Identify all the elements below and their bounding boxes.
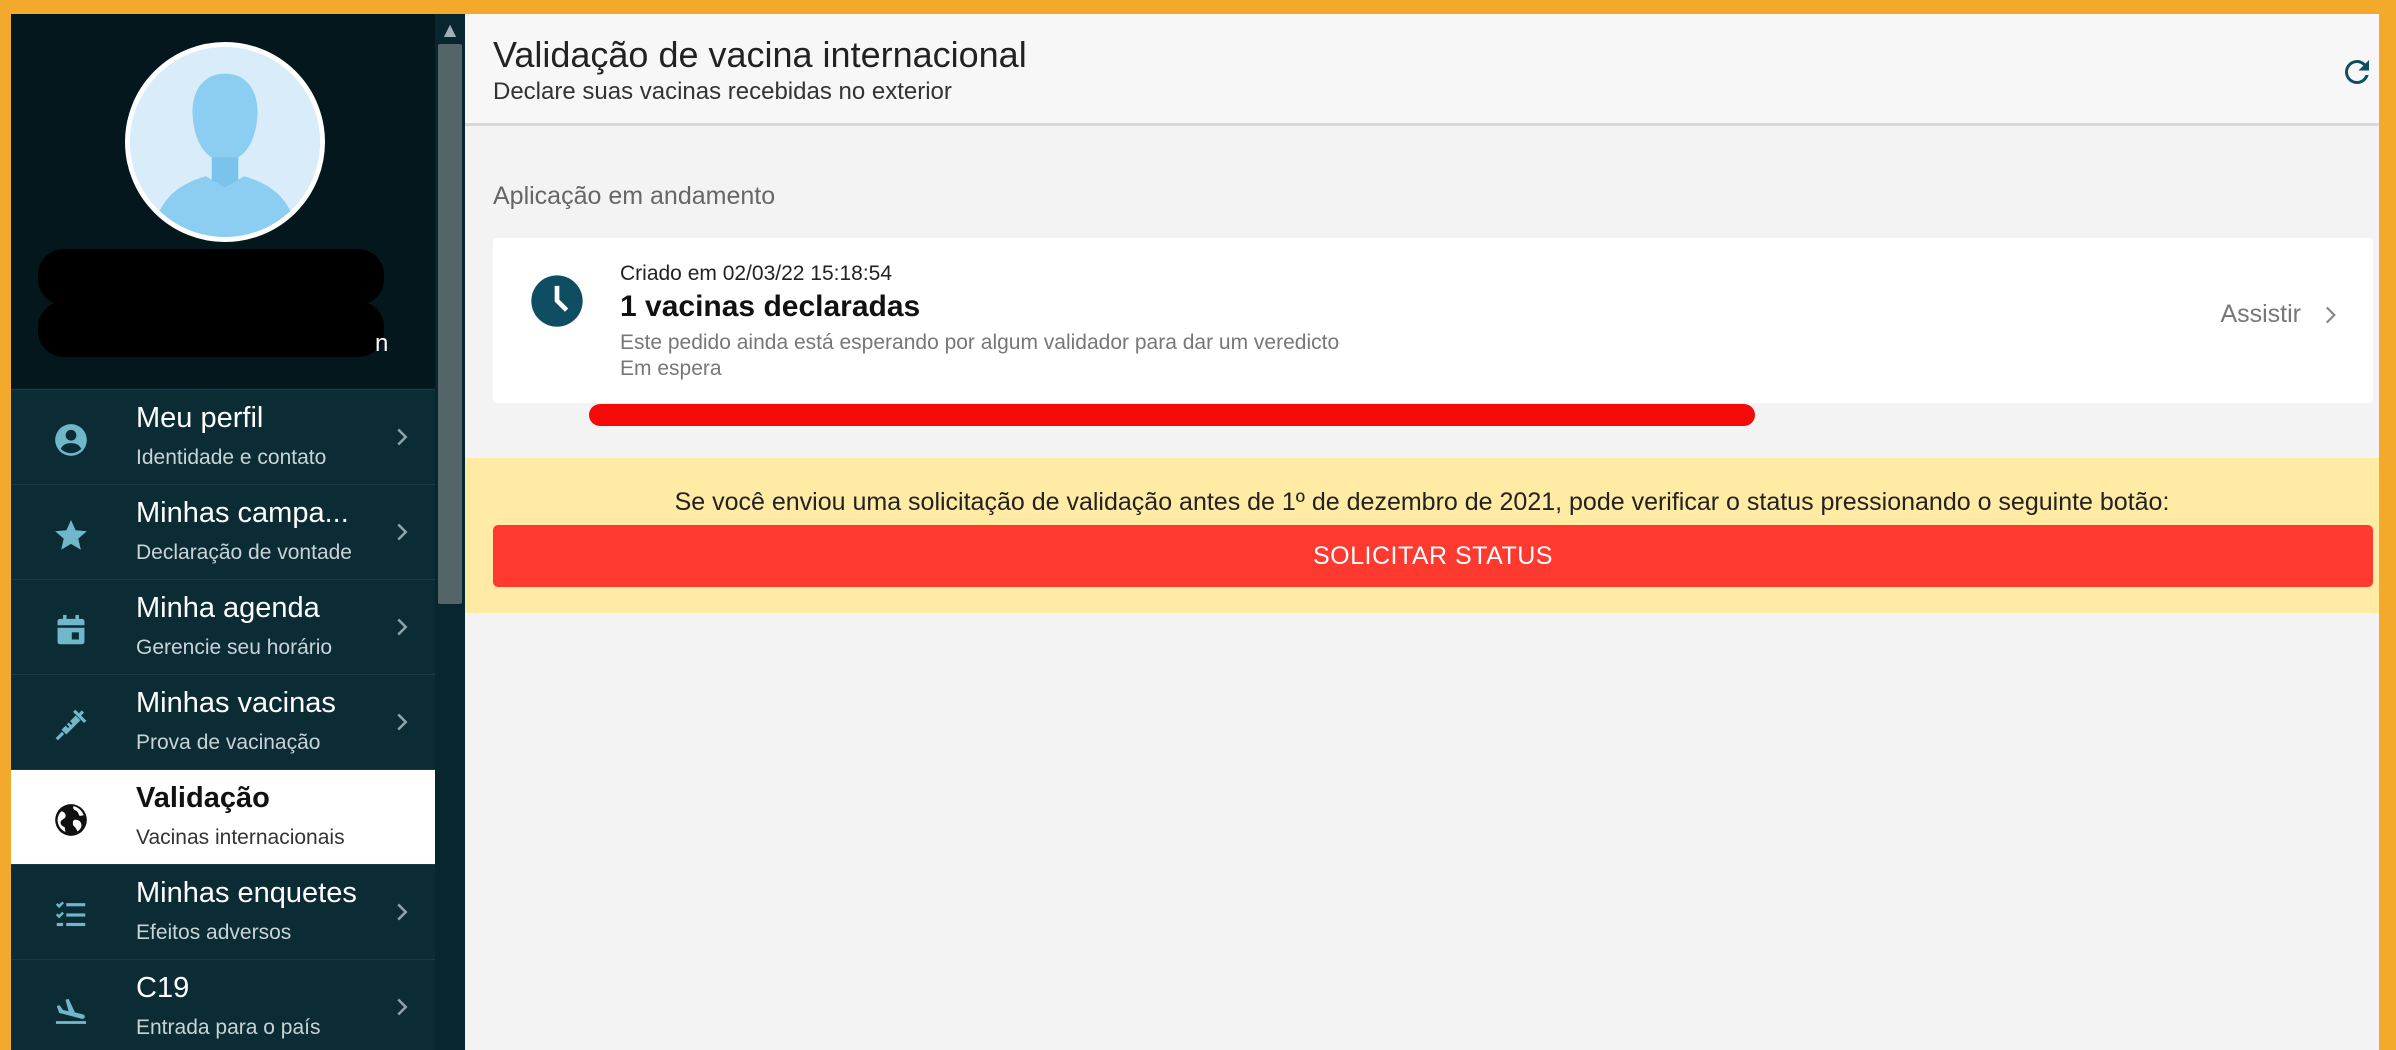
- card-created-date: Criado em 02/03/22 15:18:54: [620, 262, 893, 285]
- star-icon: [51, 515, 91, 555]
- app-window: n Meu perfil Identidade e contato Minhas…: [11, 14, 2379, 1050]
- card-title: 1 vacinas declaradas: [620, 290, 921, 323]
- sidebar: n Meu perfil Identidade e contato Minhas…: [11, 14, 435, 1050]
- sidebar-item-subtitle: Prova de vacinação: [136, 731, 321, 754]
- section-label: Aplicação em andamento: [493, 182, 776, 210]
- scroll-up-arrow-icon[interactable]: ▲: [437, 16, 463, 42]
- airplane-landing-icon: [51, 990, 91, 1030]
- sidebar-item-title: C19: [136, 972, 190, 1004]
- syringe-icon: [51, 705, 91, 745]
- application-card[interactable]: Criado em 02/03/22 15:18:54 1 vacinas de…: [493, 238, 2373, 403]
- chevron-right-icon: [387, 517, 417, 547]
- watch-label: Assistir: [2220, 300, 2301, 328]
- sidebar-item-minhas-campanhas[interactable]: Minhas campa... Declaração de vontade: [11, 484, 435, 579]
- chevron-right-icon: [387, 422, 417, 452]
- calendar-icon: [51, 610, 91, 650]
- profile-name-fragment: n: [375, 330, 389, 357]
- sidebar-item-validacao[interactable]: Validação Vacinas internacionais: [11, 769, 435, 864]
- account-circle-icon: [51, 420, 91, 460]
- status-text: Em espera: [620, 357, 722, 380]
- watch-button[interactable]: Assistir: [2220, 300, 2343, 329]
- sidebar-item-title: Meu perfil: [136, 402, 264, 434]
- chevron-right-icon: [387, 707, 417, 737]
- chevron-right-icon: [2325, 306, 2336, 323]
- page-title: Validação de vacina internacional: [493, 34, 1027, 75]
- redacted-name: [38, 249, 384, 305]
- red-underline-mark: [589, 404, 1755, 426]
- sidebar-item-minhas-vacinas[interactable]: Minhas vacinas Prova de vacinação: [11, 674, 435, 769]
- checklist-icon: [51, 895, 91, 935]
- chevron-right-icon: [387, 897, 417, 927]
- page-header: Validação de vacina internacional Declar…: [465, 14, 2379, 126]
- sidebar-nav: Meu perfil Identidade e contato Minhas c…: [11, 389, 435, 1050]
- user-silhouette-icon: [130, 47, 320, 237]
- sidebar-item-title: Minhas vacinas: [136, 687, 336, 719]
- clock-icon: [529, 273, 585, 329]
- sidebar-item-subtitle: Efeitos adversos: [136, 921, 292, 944]
- avatar[interactable]: [125, 42, 325, 242]
- sidebar-item-subtitle: Gerencie seu horário: [136, 636, 333, 659]
- redacted-email: [38, 301, 384, 357]
- sidebar-item-title: Minha agenda: [136, 592, 320, 624]
- card-description: Este pedido ainda está esperando por alg…: [620, 331, 1340, 354]
- sidebar-scrollbar[interactable]: ▲: [435, 14, 465, 1050]
- sidebar-item-subtitle: Declaração de vontade: [136, 541, 352, 564]
- sidebar-item-minhas-enquetes[interactable]: Minhas enquetes Efeitos adversos: [11, 864, 435, 959]
- sidebar-item-subtitle: Entrada para o país: [136, 1016, 321, 1039]
- sidebar-item-subtitle: Identidade e contato: [136, 446, 327, 469]
- sidebar-item-title: Minhas enquetes: [136, 877, 357, 909]
- chevron-right-icon: [387, 992, 417, 1022]
- profile-section: n: [11, 14, 435, 388]
- sidebar-item-title: Validação: [136, 782, 270, 814]
- sidebar-item-c19[interactable]: C19 Entrada para o país: [11, 959, 435, 1050]
- sidebar-item-minha-agenda[interactable]: Minha agenda Gerencie seu horário: [11, 579, 435, 674]
- sidebar-item-subtitle: Vacinas internacionais: [136, 826, 345, 849]
- page-subtitle: Declare suas vacinas recebidas no exteri…: [493, 78, 952, 105]
- scrollbar-thumb[interactable]: [438, 44, 462, 604]
- request-status-button[interactable]: SOLICITAR STATUS: [493, 525, 2373, 587]
- globe-icon: [51, 800, 91, 840]
- chevron-right-icon: [387, 612, 417, 642]
- sidebar-item-title: Minhas campa...: [136, 497, 349, 529]
- banner-text: Se você enviou uma solicitação de valida…: [674, 488, 2170, 516]
- main-content: Validação de vacina internacional Declar…: [465, 14, 2379, 1050]
- refresh-icon[interactable]: [2339, 54, 2375, 90]
- sidebar-item-meu-perfil[interactable]: Meu perfil Identidade e contato: [11, 389, 435, 484]
